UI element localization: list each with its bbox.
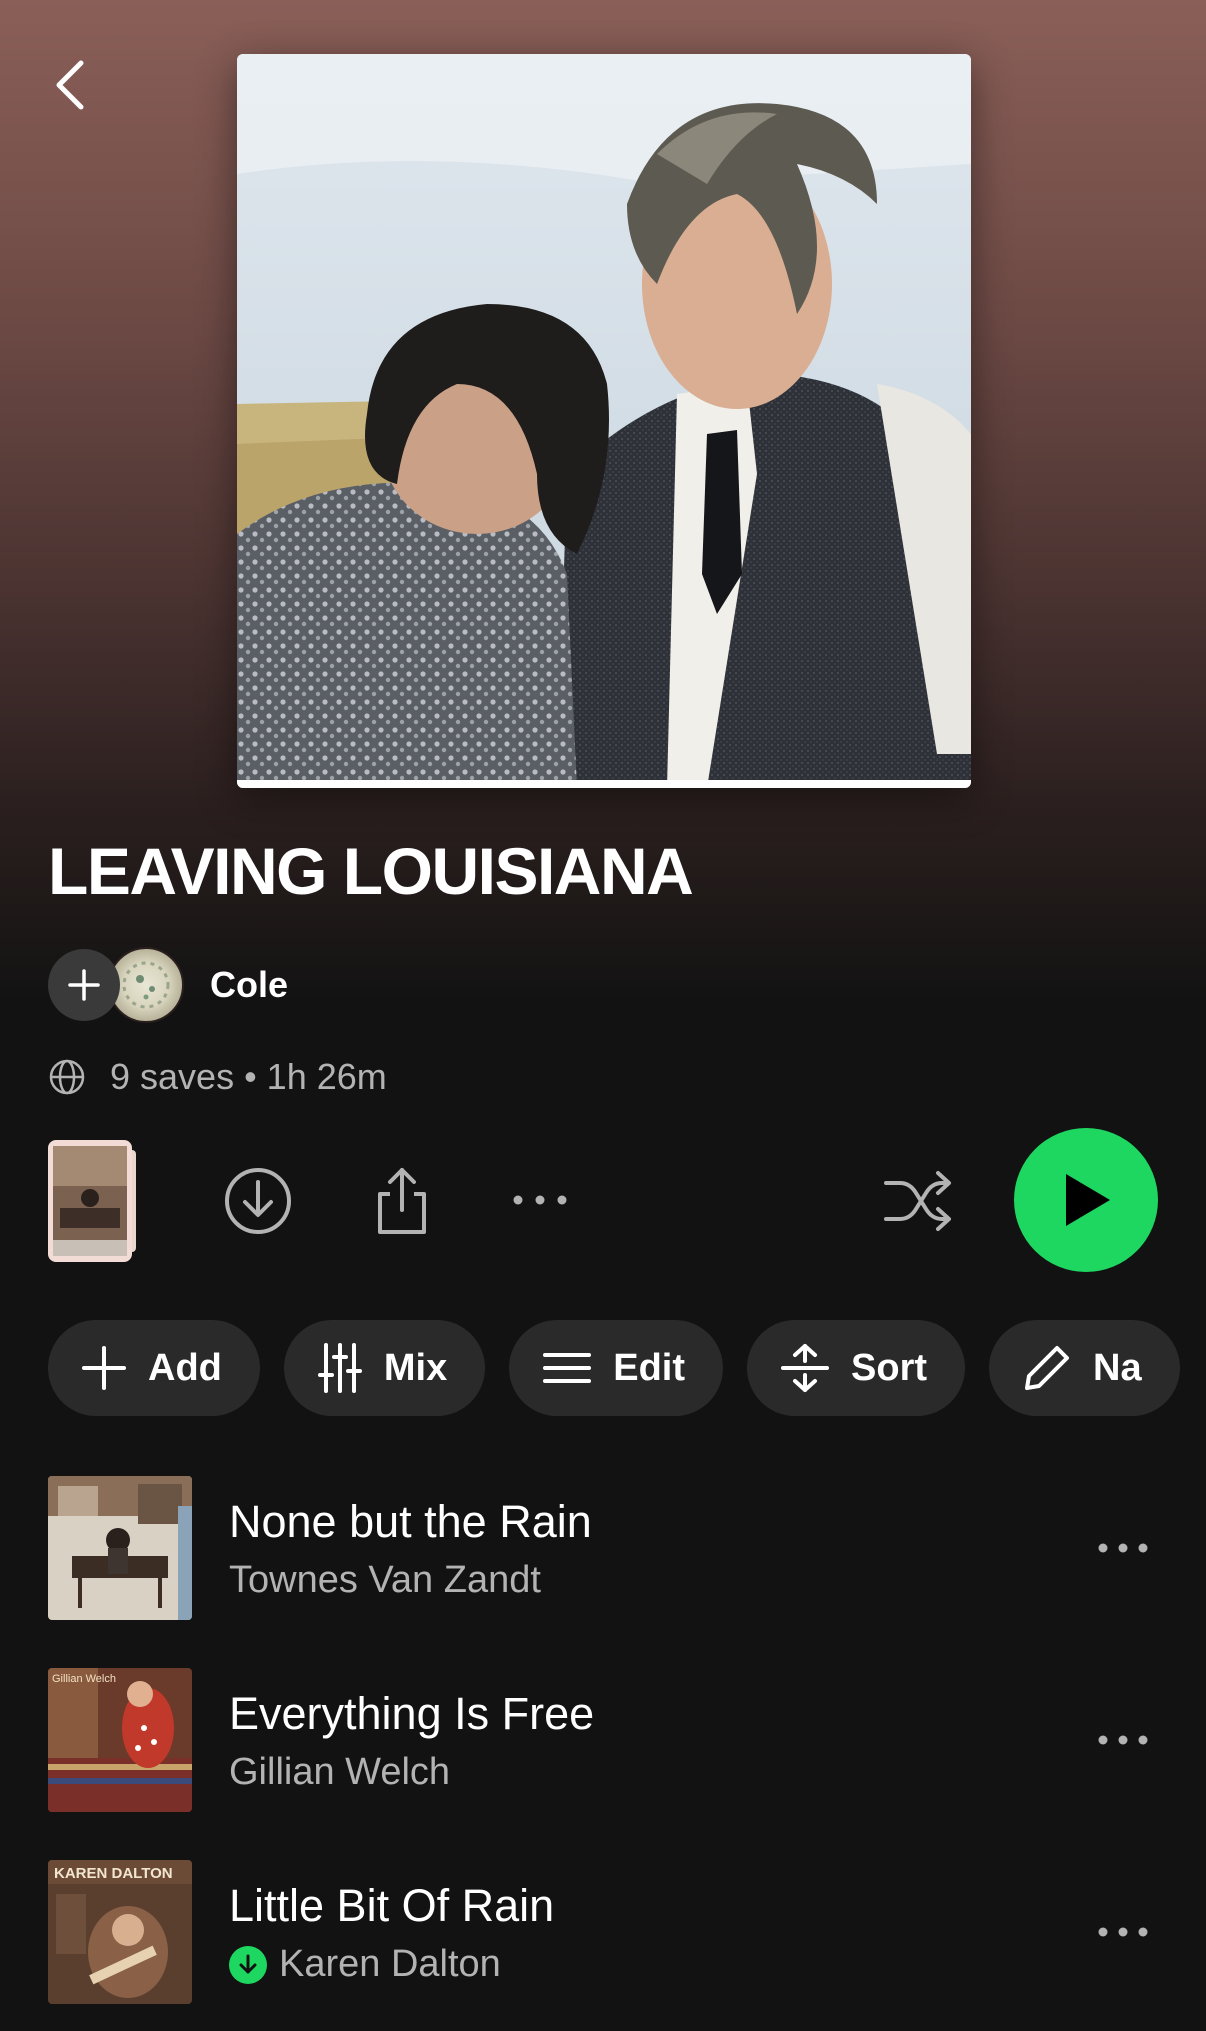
more-options-button[interactable]	[505, 1180, 575, 1220]
track-title: Little Bit Of Rain	[229, 1880, 555, 1931]
track-row[interactable]: KAREN DALTON Little Bit Of Rain Karen Da…	[48, 1860, 1158, 2006]
shuffle-button[interactable]	[880, 1165, 956, 1237]
more-horizontal-icon	[1098, 1927, 1148, 1937]
track-more-button[interactable]	[1088, 1910, 1158, 1954]
back-button[interactable]	[40, 50, 100, 120]
add-button-label: Add	[148, 1346, 222, 1389]
plus-icon	[82, 1346, 126, 1390]
track-title: Everything Is Free	[229, 1688, 595, 1739]
playlist-title: LEAVING LOUISIANA	[48, 834, 694, 908]
track-artwork: KAREN DALTON	[48, 1860, 192, 2004]
more-horizontal-icon	[513, 1195, 567, 1205]
preview-thumbnail[interactable]	[48, 1140, 148, 1262]
edit-button[interactable]: Edit	[509, 1320, 724, 1416]
track-artist: Gillian Welch	[229, 1751, 451, 1793]
download-button[interactable]	[222, 1165, 294, 1237]
edit-button-label: Edit	[613, 1346, 686, 1389]
downloaded-icon	[229, 1945, 267, 1984]
track-row[interactable]: None but the Rain Townes Van Zandt	[48, 1476, 1158, 1622]
track-more-button[interactable]	[1088, 1526, 1158, 1570]
playlist-cover-image	[237, 54, 971, 788]
track-artist: Townes Van Zandt	[229, 1559, 541, 1601]
add-button[interactable]: Add	[48, 1320, 260, 1416]
globe-icon	[48, 1058, 86, 1096]
download-icon	[225, 1168, 291, 1234]
play-button[interactable]	[1014, 1128, 1158, 1272]
chevron-left-icon	[56, 60, 84, 110]
more-horizontal-icon	[1098, 1735, 1148, 1745]
owner-row: Cole	[48, 947, 288, 1023]
action-pill-row: Add Mix Edit Sort Na	[48, 1320, 1180, 1416]
track-title: None but the Rain	[229, 1496, 592, 1547]
track-more-button[interactable]	[1088, 1718, 1158, 1762]
track-artwork: Gillian Welch	[48, 1668, 192, 1812]
track-artist: Karen Dalton	[229, 1943, 501, 1986]
mix-button[interactable]: Mix	[283, 1320, 486, 1416]
shuffle-icon	[884, 1171, 951, 1231]
add-collaborator-button[interactable]	[48, 949, 120, 1021]
share-button[interactable]	[366, 1160, 438, 1240]
track-row[interactable]: Gillian Welch Everything Is Free Gillian…	[48, 1668, 1158, 1814]
name-details-button-label: Na	[1093, 1346, 1142, 1389]
pencil-icon	[1023, 1344, 1071, 1392]
sort-button[interactable]: Sort	[747, 1320, 966, 1416]
saves-duration: 9 saves • 1h 26m	[110, 1056, 387, 1097]
track-artwork	[48, 1476, 192, 1620]
owner-name[interactable]: Cole	[210, 964, 288, 1006]
share-icon	[378, 1168, 426, 1234]
sort-icon	[781, 1343, 830, 1393]
mix-button-label: Mix	[383, 1346, 448, 1389]
svg-text:Gillian Welch: Gillian Welch	[52, 1673, 116, 1685]
svg-text:KAREN DALTON: KAREN DALTON	[54, 1865, 173, 1882]
more-horizontal-icon	[1098, 1543, 1148, 1553]
plus-icon	[68, 969, 100, 1001]
play-icon	[1066, 1174, 1110, 1226]
playlist-meta: 9 saves • 1h 26m	[48, 1056, 387, 1098]
sliders-icon	[317, 1343, 362, 1393]
name-details-button[interactable]: Na	[989, 1320, 1180, 1416]
sort-button-label: Sort	[851, 1346, 928, 1389]
list-icon	[543, 1351, 592, 1385]
